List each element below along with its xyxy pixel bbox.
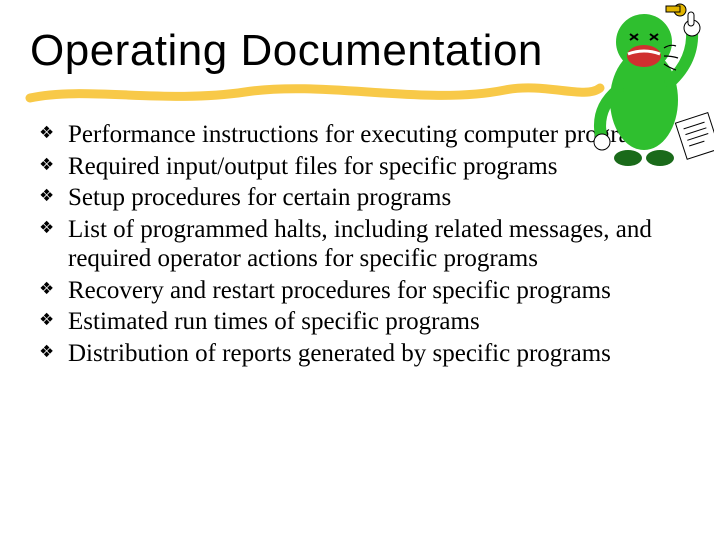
slide: Operating Documentation ❖ Performance in… <box>0 0 720 540</box>
list-item: ❖ Estimated run times of specific progra… <box>40 307 680 337</box>
list-item-text: Setup procedures for certain programs <box>68 184 451 211</box>
list-item: ❖ List of programmed halts, including re… <box>40 215 680 274</box>
bullet-icon: ❖ <box>40 123 60 143</box>
bullet-icon: ❖ <box>40 186 60 206</box>
title-underline <box>25 78 605 106</box>
character-finger <box>688 12 694 26</box>
list-item: ❖ Recovery and restart procedures for sp… <box>40 276 680 306</box>
bullet-icon: ❖ <box>40 342 60 362</box>
list-item-text: Performance instructions for executing c… <box>68 121 659 148</box>
whistle-icon <box>666 4 686 16</box>
list-item: ❖ Distribution of reports generated by s… <box>40 339 680 369</box>
character-foot <box>614 150 642 166</box>
list-item-text: Required input/output files for specific… <box>68 153 557 180</box>
character-arm <box>670 30 692 82</box>
cartoon-character-icon <box>584 0 714 175</box>
underline-stroke <box>30 88 600 98</box>
list-item-text: List of programmed halts, including rela… <box>68 216 652 273</box>
bullet-icon: ❖ <box>40 218 60 238</box>
list-item: ❖ Setup procedures for certain programs <box>40 183 680 213</box>
character-hand <box>594 134 610 150</box>
list-item-text: Distribution of reports generated by spe… <box>68 340 611 367</box>
list-item-text: Estimated run times of specific programs <box>68 308 480 335</box>
paper-icon <box>675 113 714 160</box>
bullet-icon: ❖ <box>40 155 60 175</box>
character-mouth <box>627 45 661 67</box>
character-foot <box>646 150 674 166</box>
bullet-icon: ❖ <box>40 310 60 330</box>
list-item-text: Recovery and restart procedures for spec… <box>68 277 611 304</box>
bullet-icon: ❖ <box>40 279 60 299</box>
